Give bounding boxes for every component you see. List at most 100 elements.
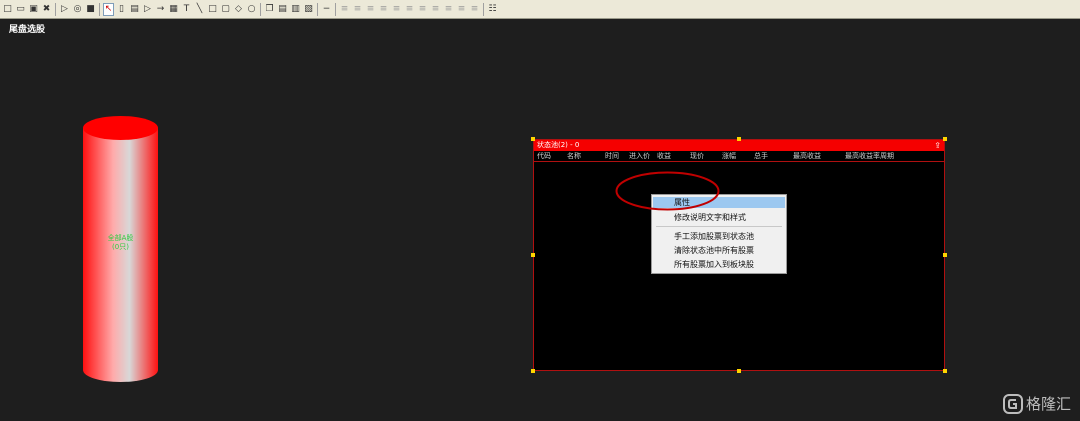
ellipse-tool-icon: ▯	[119, 3, 124, 14]
resize-handle[interactable]	[737, 369, 741, 373]
align-top-icon[interactable]: ≡	[378, 3, 389, 16]
align-middle-icon: ≡	[392, 3, 401, 14]
align-left-icon[interactable]: ≡	[339, 3, 350, 16]
save-icon: ▣	[29, 3, 38, 14]
column-header[interactable]: 现价	[690, 151, 704, 162]
canvas-title: 尾盘选股	[9, 25, 46, 35]
grid-icon[interactable]: ☷	[487, 3, 498, 16]
play-icon: ▷	[61, 3, 68, 14]
panel-title: 状态池(2) - 0	[537, 141, 580, 149]
minus-icon[interactable]: −	[321, 3, 332, 16]
properties-icon: ▧	[304, 3, 313, 14]
menu-item-clear-all[interactable]: 清除状态池中所有股票	[653, 245, 785, 256]
menu-item-edit-text-style[interactable]: 修改说明文字和样式	[653, 212, 785, 223]
align-center-icon[interactable]: ≡	[352, 3, 363, 16]
resize-handle[interactable]	[737, 137, 741, 141]
save-icon[interactable]: ▣	[28, 3, 39, 16]
resize-handle[interactable]	[531, 253, 535, 257]
panel-tool-icon[interactable]: ▤	[129, 3, 140, 16]
stop-icon[interactable]: ■	[85, 3, 96, 16]
rectangle-tool-icon: □	[208, 3, 217, 14]
gelonghui-logo-icon	[1003, 393, 1023, 414]
paste-icon[interactable]: ▤	[277, 3, 288, 16]
open-icon: ▭	[16, 3, 25, 14]
rectangle-tool-icon[interactable]: □	[207, 3, 218, 16]
align-top-icon: ≡	[379, 3, 388, 14]
table-tool-icon: ▦	[169, 3, 178, 14]
diamond-tool-icon: ◇	[235, 3, 242, 14]
triangle-tool-icon: ▷	[144, 3, 151, 14]
text-tool-icon: T	[183, 3, 190, 14]
resize-handle[interactable]	[943, 369, 947, 373]
column-header[interactable]: 时间	[605, 151, 619, 162]
minus-icon: −	[322, 3, 331, 14]
paste-icon: ▤	[278, 3, 287, 14]
column-header[interactable]: 最高收益	[793, 151, 821, 162]
align-bottom-icon[interactable]: ≡	[404, 3, 415, 16]
text-tool-icon[interactable]: T	[181, 3, 192, 16]
arrow-tool-icon[interactable]: →	[155, 3, 166, 16]
resize-handle[interactable]	[531, 369, 535, 373]
rounded-rect-tool-icon: ▢	[221, 3, 230, 14]
column-header[interactable]: 收益	[657, 151, 671, 162]
same-width-icon[interactable]: ≡	[417, 3, 428, 16]
align-right-icon[interactable]: ≡	[365, 3, 376, 16]
resize-handle[interactable]	[943, 137, 947, 141]
space-vertical-icon: ≡	[470, 3, 479, 14]
ellipse-tool-icon[interactable]: ▯	[116, 3, 127, 16]
collapse-icon[interactable]: ⇪	[934, 140, 941, 151]
toolbar-separator	[317, 2, 318, 16]
close-x-icon[interactable]: ✖	[41, 3, 52, 16]
column-header[interactable]: 进入价	[629, 151, 650, 162]
new-doc-icon[interactable]: □	[2, 3, 13, 16]
column-header[interactable]: 总手	[754, 151, 768, 162]
space-vertical-icon[interactable]: ≡	[469, 3, 480, 16]
watermark-text: 格隆汇	[1026, 395, 1072, 413]
space-horizontal-icon[interactable]: ≡	[456, 3, 467, 16]
copy-icon[interactable]: ❐	[264, 3, 275, 16]
align-bottom-icon: ≡	[405, 3, 414, 14]
resize-handle[interactable]	[531, 137, 535, 141]
align-middle-icon[interactable]: ≡	[391, 3, 402, 16]
menu-item-add-to-block[interactable]: 所有股票加入到板块股	[653, 259, 785, 270]
open-icon[interactable]: ▭	[15, 3, 26, 16]
panel-tool-icon: ▤	[130, 3, 139, 14]
arrow-tool-icon: →	[156, 3, 165, 14]
delete-icon: ▥	[291, 3, 300, 14]
toolbar-separator	[483, 2, 484, 16]
column-header[interactable]: 名称	[567, 151, 581, 162]
column-header[interactable]: 涨幅	[722, 151, 736, 162]
play-icon[interactable]: ▷	[59, 3, 70, 16]
menu-separator	[656, 226, 782, 227]
panel-header: 状态池(2) - 0 ⇪	[534, 140, 944, 151]
line-tool-icon[interactable]: ╲	[194, 3, 205, 16]
new-doc-icon: □	[3, 3, 12, 14]
properties-icon[interactable]: ▧	[303, 3, 314, 16]
toolbar: □ ▭ ▣ ✖ ▷ ◎ ■ ↖ ▯ ▤ ▷ → ▦ T ╲ □ ▢ ◇ ○ ❐ ▤ ▥ ▧ − ≡ ≡ ≡ ≡ ≡ ≡ ≡ ≡ ≡ ≡ ≡ ☷	[0, 0, 1080, 19]
column-header-row: 代码 名称 时间 进入价 收益 现价 涨幅 总手 最高收益 最高收益率周期	[534, 151, 944, 162]
same-height-icon[interactable]: ≡	[430, 3, 441, 16]
same-size-icon[interactable]: ≡	[443, 3, 454, 16]
table-tool-icon[interactable]: ▦	[168, 3, 179, 16]
diamond-tool-icon[interactable]: ◇	[233, 3, 244, 16]
toolbar-separator	[99, 2, 100, 16]
menu-item-add-stock[interactable]: 手工添加股票到状态池	[653, 231, 785, 242]
rounded-rect-tool-icon[interactable]: ▢	[220, 3, 231, 16]
line-tool-icon: ╲	[196, 3, 203, 14]
copy-icon: ❐	[265, 3, 274, 14]
column-header[interactable]: 代码	[537, 151, 551, 162]
space-horizontal-icon: ≡	[457, 3, 466, 14]
resize-handle[interactable]	[943, 253, 947, 257]
column-header[interactable]: 最高收益率周期	[845, 151, 894, 162]
stop-icon: ■	[86, 3, 95, 14]
align-left-icon: ≡	[340, 3, 349, 14]
triangle-tool-icon[interactable]: ▷	[142, 3, 153, 16]
record-icon[interactable]: ◎	[72, 3, 83, 16]
pointer-icon[interactable]: ↖	[103, 2, 114, 16]
align-center-icon: ≡	[353, 3, 362, 14]
align-right-icon: ≡	[366, 3, 375, 14]
grid-icon: ☷	[488, 3, 497, 14]
delete-icon[interactable]: ▥	[290, 3, 301, 16]
pointer-icon: ↖	[104, 3, 113, 14]
circle-tool-icon[interactable]: ○	[246, 3, 257, 16]
